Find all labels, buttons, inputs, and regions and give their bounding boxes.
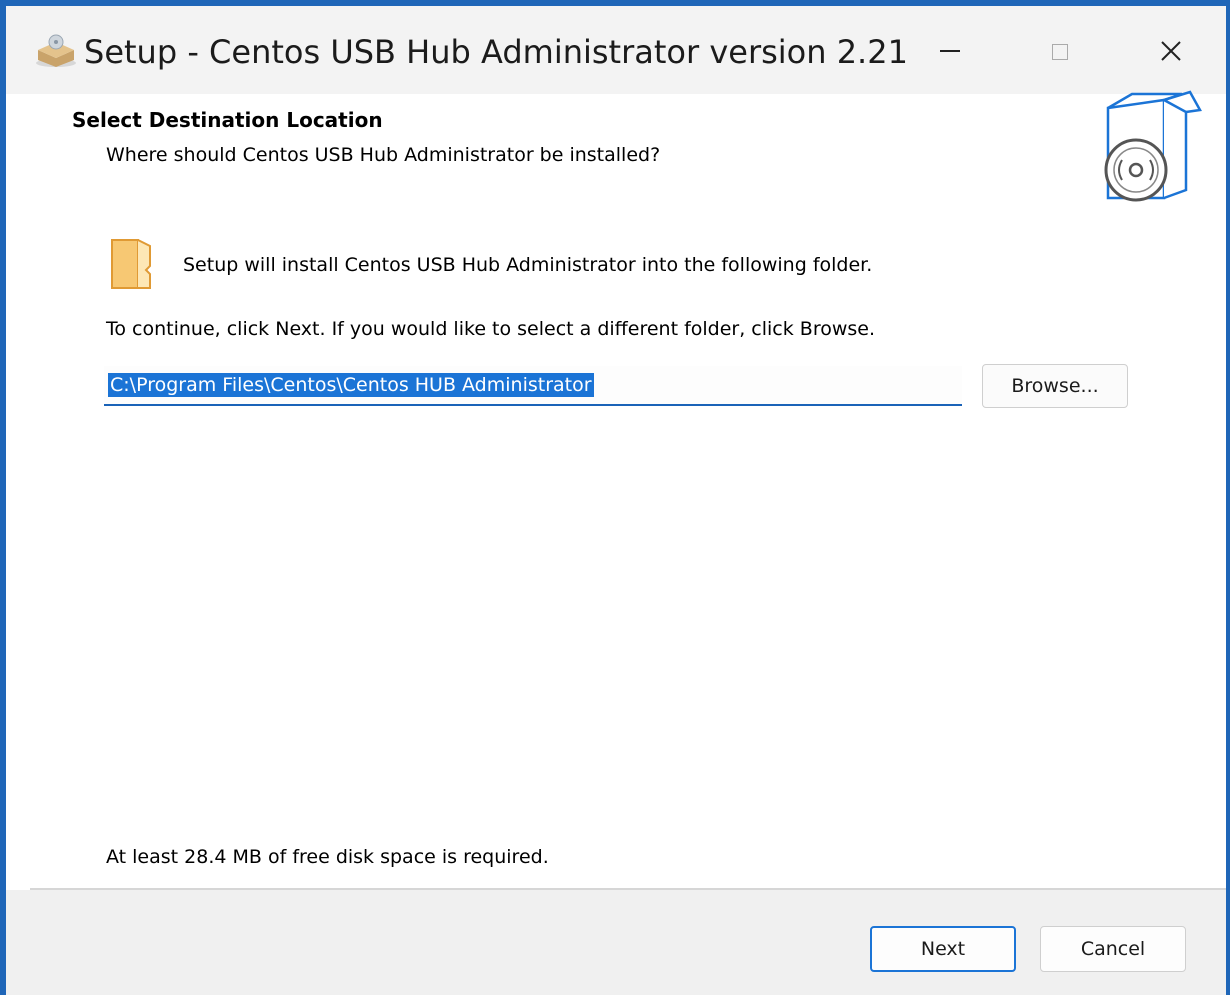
browse-button[interactable]: Browse... (982, 364, 1128, 408)
continue-instructions: To continue, click Next. If you would li… (106, 318, 876, 340)
install-info-text: Setup will install Centos USB Hub Admini… (183, 254, 873, 276)
title-bar[interactable]: Setup - Centos USB Hub Administrator ver… (6, 6, 1226, 94)
folder-icon (106, 236, 156, 290)
next-button[interactable]: Next (870, 926, 1016, 972)
close-button[interactable] (1116, 6, 1226, 94)
destination-path-input[interactable]: C:\Program Files\Centos\Centos HUB Admin… (104, 366, 962, 406)
destination-path-value: C:\Program Files\Centos\Centos HUB Admin… (108, 373, 594, 397)
close-icon (1160, 40, 1182, 62)
minimize-button[interactable] (896, 6, 1006, 94)
page-subtitle: Where should Centos USB Hub Administrato… (106, 144, 661, 166)
window-title: Setup - Centos USB Hub Administrator ver… (84, 33, 908, 71)
cancel-button[interactable]: Cancel (1040, 926, 1186, 972)
maximize-icon (1052, 44, 1068, 60)
setup-window: Setup - Centos USB Hub Administrator ver… (6, 6, 1226, 995)
software-box-cd-icon (1086, 90, 1206, 208)
disk-space-requirement: At least 28.4 MB of free disk space is r… (106, 846, 549, 868)
page-title: Select Destination Location (72, 108, 383, 132)
footer: Next Cancel (6, 890, 1226, 995)
app-icon (34, 32, 78, 68)
minimize-icon (940, 50, 960, 52)
maximize-button[interactable] (1006, 6, 1116, 94)
